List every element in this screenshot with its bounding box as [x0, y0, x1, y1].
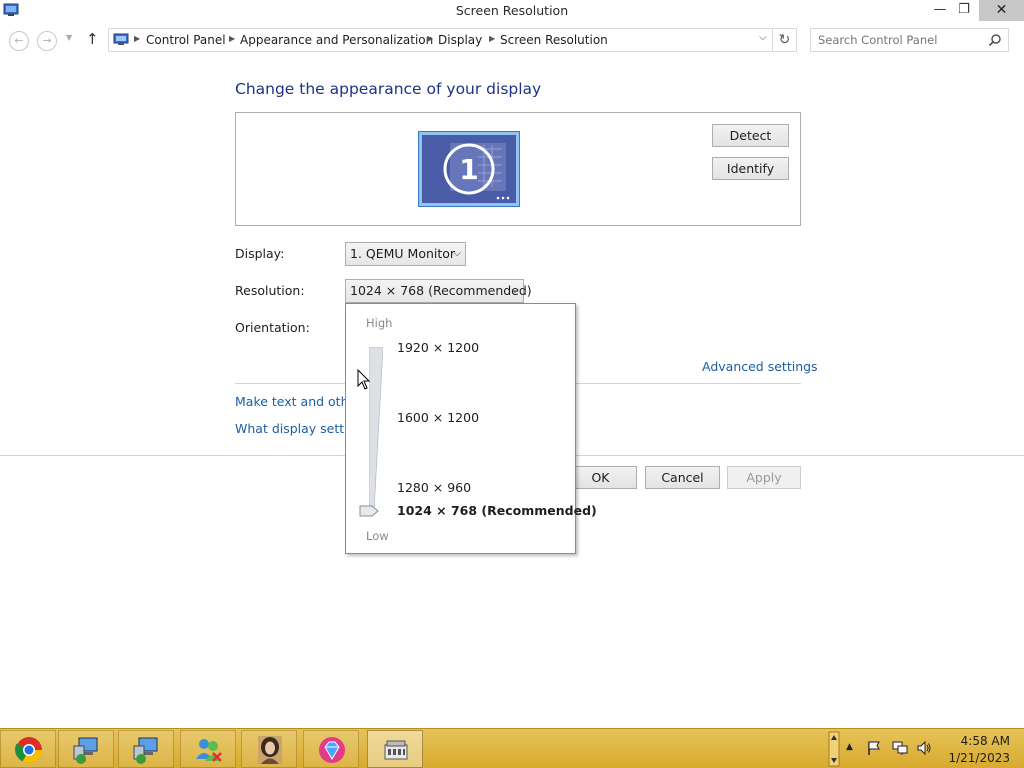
- breadcrumb-appearance[interactable]: Appearance and Personalization: [240, 33, 433, 47]
- clock-date[interactable]: 1/21/2023: [940, 751, 1010, 765]
- slider-thumb[interactable]: [359, 505, 379, 517]
- back-button[interactable]: ←: [9, 31, 29, 51]
- resolution-dropdown: High 1920 × 1200 1600 × 1200 1280 × 960 …: [345, 303, 597, 554]
- breadcrumb-separator-icon: ▶: [489, 34, 496, 43]
- resolution-option-1024x768[interactable]: 1024 × 768 (Recommended): [397, 503, 597, 518]
- taskbar-portrait[interactable]: [241, 730, 297, 768]
- breadcrumb-screen-resolution[interactable]: Screen Resolution: [500, 33, 608, 47]
- resolution-option-1920x1200[interactable]: 1920 × 1200: [397, 340, 479, 355]
- taskbar-screen-resolution[interactable]: [367, 730, 423, 768]
- display-preview-panel: 1 Detect Identify: [235, 112, 801, 226]
- resolution-option-1600x1200[interactable]: 1600 × 1200: [397, 410, 479, 425]
- taskbar-network-computer[interactable]: [58, 730, 114, 768]
- refresh-button[interactable]: ↻: [773, 28, 797, 52]
- user-accounts-icon: [196, 739, 222, 762]
- search-box[interactable]: [810, 28, 1009, 52]
- breadcrumb-display[interactable]: Display: [438, 33, 482, 47]
- taskbar-user-accounts[interactable]: [180, 730, 236, 768]
- cancel-button[interactable]: Cancel: [645, 466, 720, 489]
- refresh-icon: ↻: [778, 32, 791, 48]
- resolution-select[interactable]: 1024 × 768 (Recommended) ⌵: [345, 279, 532, 303]
- maximize-button[interactable]: ❐: [952, 0, 976, 21]
- volume-icon[interactable]: [916, 740, 932, 756]
- display-select[interactable]: 1. QEMU Monitor ⌵: [345, 242, 466, 266]
- high-label: High: [366, 316, 393, 330]
- mouse-cursor-icon: [357, 369, 371, 390]
- up-button[interactable]: ↑: [86, 30, 99, 48]
- display-settings-help-link[interactable]: What display settin: [235, 421, 356, 436]
- address-bar[interactable]: ▶ Control Panel ▶ Appearance and Persona…: [108, 28, 773, 52]
- clock-time[interactable]: 4:58 AM: [940, 734, 1010, 748]
- control-panel-icon: [113, 33, 129, 45]
- taskbar: ▲ 4:58 AM 1/21/2023: [0, 728, 1024, 768]
- chevron-down-icon: ⌵: [453, 248, 461, 259]
- forward-button[interactable]: →: [37, 31, 57, 51]
- breadcrumb-separator-icon: ▶: [134, 34, 141, 43]
- resolution-option-1280x960[interactable]: 1280 × 960: [397, 480, 471, 495]
- arrow-right-icon: →: [42, 34, 52, 47]
- arrow-up-icon: ↑: [86, 30, 99, 48]
- network-computer-icon: [133, 737, 158, 764]
- breadcrumb-separator-icon: ▶: [229, 34, 236, 43]
- chevron-down-icon: ⌵: [511, 285, 519, 296]
- show-hidden-icons-button[interactable]: ▲: [846, 742, 853, 752]
- display-select-value: 1. QEMU Monitor: [350, 246, 456, 261]
- taskbar-gem-app[interactable]: [303, 730, 359, 768]
- orientation-label: Orientation:: [235, 320, 310, 335]
- arrow-left-icon: ←: [14, 34, 24, 47]
- advanced-settings-link[interactable]: Advanced settings: [702, 359, 818, 374]
- minimize-button[interactable]: —: [928, 0, 952, 21]
- breadcrumb-control-panel[interactable]: Control Panel: [146, 33, 226, 47]
- address-history-dropdown[interactable]: ⌵: [759, 32, 767, 43]
- screen-resolution-icon: [384, 740, 408, 760]
- network-computer-icon: [73, 737, 98, 764]
- network-icon[interactable]: [892, 740, 908, 756]
- text-size-link[interactable]: Make text and other: [235, 394, 361, 409]
- resolution-slider-track[interactable]: [369, 347, 383, 511]
- flag-icon[interactable]: [866, 740, 882, 756]
- page-title: Change the appearance of your display: [235, 80, 542, 98]
- search-input[interactable]: [818, 30, 988, 50]
- apply-button[interactable]: Apply: [727, 466, 801, 489]
- recent-locations-button[interactable]: ▼: [66, 33, 72, 42]
- gem-icon: [319, 737, 345, 763]
- title-bar: Screen Resolution — ❐ ✕: [0, 0, 1024, 22]
- close-button[interactable]: ✕: [979, 0, 1024, 21]
- taskbar-scroll-handle[interactable]: [828, 731, 840, 767]
- taskbar-network-computer[interactable]: [118, 730, 174, 768]
- low-label: Low: [366, 529, 389, 543]
- taskbar-chrome[interactable]: [0, 730, 56, 768]
- chrome-icon: [15, 737, 43, 764]
- resolution-label: Resolution:: [235, 283, 305, 298]
- chevron-down-icon: ▼: [66, 33, 73, 42]
- detect-button[interactable]: Detect: [712, 124, 789, 147]
- monitor-number: 1: [459, 153, 478, 186]
- search-icon: [988, 34, 1001, 47]
- monitor-1-icon[interactable]: 1: [418, 131, 520, 207]
- navigation-bar: ← → ▼ ↑ ▶ Control Panel ▶ Appearance and…: [0, 27, 1024, 53]
- display-label: Display:: [235, 246, 285, 261]
- window-title: Screen Resolution: [455, 3, 569, 18]
- breadcrumb-separator-icon: ▶: [427, 34, 434, 43]
- identify-button[interactable]: Identify: [712, 157, 789, 180]
- resolution-select-value: 1024 × 768 (Recommended): [350, 283, 532, 298]
- portrait-icon: [258, 736, 282, 764]
